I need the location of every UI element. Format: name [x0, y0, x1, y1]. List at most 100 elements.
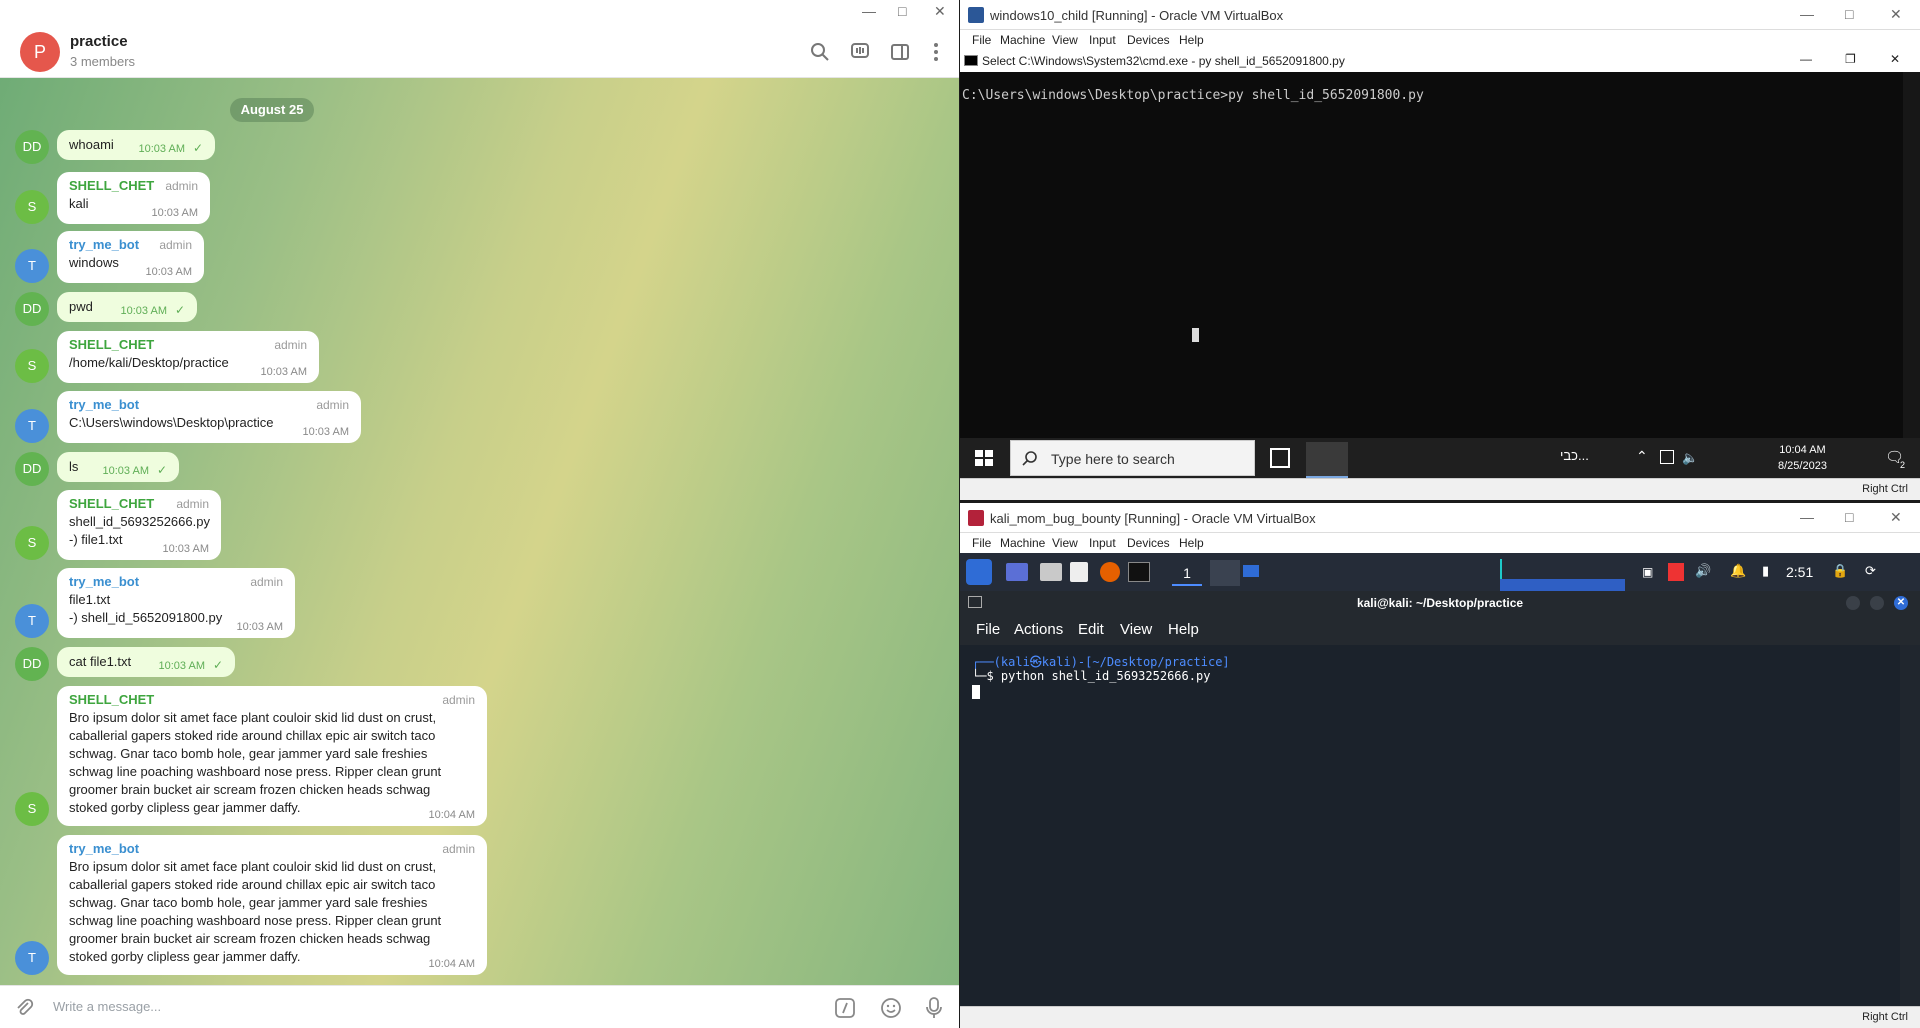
- message-bubble[interactable]: SHELL_CHET admin kali 10:03 AM: [57, 172, 210, 224]
- show-desktop-icon[interactable]: [1006, 563, 1028, 581]
- chat-area[interactable]: August 25 DD whoami 10:03 AM ✓ S SHELL_C…: [0, 78, 959, 985]
- terminal-scrollbar[interactable]: [1900, 645, 1920, 1006]
- menu-devices[interactable]: Devices: [1127, 536, 1170, 550]
- terminal-body[interactable]: ┌──(kali㉿kali)-[~/Desktop/practice] └─$ …: [960, 645, 1900, 1006]
- maximize-icon[interactable]: □: [1845, 6, 1853, 22]
- more-options-icon[interactable]: [925, 41, 947, 63]
- taskbar-clock[interactable]: 10:04 AM 8/25/2023: [1778, 442, 1827, 474]
- bot-commands-icon[interactable]: [834, 997, 856, 1019]
- message-bubble[interactable]: try_me_bot admin Bro ipsum dolor sit ame…: [57, 835, 487, 975]
- voice-chat-icon[interactable]: [849, 41, 871, 63]
- cmd-titlebar[interactable]: Select C:\Windows\System32\cmd.exe - py …: [960, 50, 1920, 72]
- close-icon[interactable]: ✕: [1890, 6, 1902, 23]
- term-menu-view[interactable]: View: [1120, 621, 1152, 638]
- chat-header[interactable]: P practice 3 members: [0, 25, 959, 78]
- avatar[interactable]: DD: [15, 292, 49, 326]
- taskbar-cmd-button[interactable]: [1306, 442, 1348, 478]
- message-bubble[interactable]: ls 10:03 AM ✓: [57, 452, 179, 482]
- maximize-icon[interactable]: □: [1845, 509, 1853, 525]
- close-icon[interactable]: ✕: [1890, 509, 1902, 526]
- microphone-icon[interactable]: [924, 996, 944, 1020]
- vbox-titlebar[interactable]: windows10_child [Running] - Oracle VM Vi…: [960, 0, 1920, 30]
- menu-devices[interactable]: Devices: [1127, 33, 1170, 47]
- file-manager-icon[interactable]: [1040, 563, 1062, 581]
- sender-name[interactable]: SHELL_CHET: [69, 692, 475, 707]
- firefox-icon[interactable]: [1100, 562, 1120, 582]
- term-menu-help[interactable]: Help: [1168, 621, 1199, 638]
- network-icon[interactable]: [1660, 450, 1674, 464]
- minimize-icon[interactable]: [1846, 596, 1860, 610]
- avatar[interactable]: T: [15, 604, 49, 638]
- menu-help[interactable]: Help: [1179, 33, 1204, 47]
- avatar[interactable]: S: [15, 526, 49, 560]
- language-indicator[interactable]: כבי...: [1560, 448, 1589, 463]
- message-bubble[interactable]: SHELL_CHET admin /home/kali/Desktop/prac…: [57, 331, 319, 383]
- message-bubble[interactable]: try_me_bot admin file1.txt -) shell_id_5…: [57, 568, 295, 638]
- menu-machine[interactable]: Machine: [1000, 536, 1045, 550]
- message-bubble[interactable]: cat file1.txt 10:03 AM ✓: [57, 647, 235, 677]
- maximize-icon[interactable]: [1870, 596, 1884, 610]
- menu-file[interactable]: File: [972, 33, 991, 47]
- message-bubble[interactable]: try_me_bot admin windows 10:03 AM: [57, 231, 204, 283]
- terminal-icon[interactable]: [1128, 562, 1150, 582]
- message-bubble[interactable]: whoami 10:03 AM ✓: [57, 130, 215, 160]
- sidebar-toggle-icon[interactable]: [889, 41, 911, 63]
- message-bubble[interactable]: SHELL_CHET admin Bro ipsum dolor sit ame…: [57, 686, 487, 826]
- app-icon[interactable]: [1668, 563, 1684, 581]
- message-input[interactable]: Write a message...: [53, 999, 161, 1014]
- taskbar-folder-button[interactable]: [1243, 565, 1259, 577]
- close-icon[interactable]: ✕: [1890, 52, 1900, 66]
- vbox-titlebar[interactable]: kali_mom_bug_bounty [Running] - Oracle V…: [960, 503, 1920, 533]
- term-menu-edit[interactable]: Edit: [1078, 621, 1104, 638]
- avatar[interactable]: DD: [15, 130, 49, 164]
- close-icon[interactable]: ✕: [934, 3, 946, 20]
- chevron-up-icon[interactable]: ⌃: [1636, 448, 1648, 465]
- term-menu-actions[interactable]: Actions: [1014, 621, 1063, 638]
- kali-clock[interactable]: 2:51: [1786, 564, 1813, 580]
- workspace-1[interactable]: 1: [1172, 560, 1202, 586]
- battery-icon[interactable]: ▮: [1762, 563, 1769, 579]
- taskbar-terminal-button[interactable]: [1210, 560, 1240, 586]
- avatar[interactable]: DD: [15, 647, 49, 681]
- text-editor-icon[interactable]: [1070, 562, 1088, 582]
- message-bubble[interactable]: SHELL_CHET admin shell_id_5693252666.py …: [57, 490, 221, 560]
- restore-icon[interactable]: ❐: [1845, 52, 1856, 66]
- minimize-icon[interactable]: —: [1800, 6, 1814, 22]
- maximize-icon[interactable]: □: [898, 3, 906, 19]
- task-view-icon[interactable]: [1270, 448, 1290, 468]
- search-icon[interactable]: [809, 41, 831, 63]
- cmd-window[interactable]: Select C:\Windows\System32\cmd.exe - py …: [960, 50, 1920, 438]
- avatar[interactable]: T: [15, 409, 49, 443]
- emoji-icon[interactable]: [880, 997, 902, 1019]
- kali-menu-icon[interactable]: [966, 559, 992, 585]
- menu-input[interactable]: Input: [1089, 33, 1116, 47]
- menu-file[interactable]: File: [972, 536, 991, 550]
- avatar[interactable]: DD: [15, 452, 49, 486]
- avatar[interactable]: T: [15, 249, 49, 283]
- menu-help[interactable]: Help: [1179, 536, 1204, 550]
- sender-name[interactable]: try_me_bot: [69, 397, 349, 412]
- menu-view[interactable]: View: [1052, 33, 1078, 47]
- terminal-titlebar[interactable]: kali@kali: ~/Desktop/practice ✕: [960, 591, 1920, 615]
- term-menu-file[interactable]: File: [976, 621, 1000, 638]
- menu-machine[interactable]: Machine: [1000, 33, 1045, 47]
- cmd-scrollbar[interactable]: [1903, 72, 1920, 438]
- menu-input[interactable]: Input: [1089, 536, 1116, 550]
- avatar[interactable]: T: [15, 941, 49, 975]
- sender-name[interactable]: try_me_bot: [69, 841, 475, 856]
- avatar[interactable]: S: [15, 190, 49, 224]
- avatar[interactable]: S: [15, 349, 49, 383]
- menu-view[interactable]: View: [1052, 536, 1078, 550]
- lock-icon[interactable]: 🔒: [1832, 563, 1848, 579]
- minimize-icon[interactable]: —: [862, 3, 876, 19]
- power-icon[interactable]: ⟳: [1865, 563, 1876, 579]
- close-icon[interactable]: ✕: [1894, 596, 1908, 610]
- message-bubble[interactable]: pwd 10:03 AM ✓: [57, 292, 197, 322]
- minimize-icon[interactable]: —: [1800, 509, 1814, 525]
- message-bubble[interactable]: try_me_bot admin C:\Users\windows\Deskto…: [57, 391, 361, 443]
- sender-name[interactable]: SHELL_CHET: [69, 337, 307, 352]
- screen-icon[interactable]: ▣: [1642, 565, 1653, 579]
- volume-icon[interactable]: 🔊: [1695, 563, 1711, 579]
- taskbar-search[interactable]: Type here to search: [1010, 440, 1255, 476]
- minimize-icon[interactable]: —: [1800, 52, 1812, 66]
